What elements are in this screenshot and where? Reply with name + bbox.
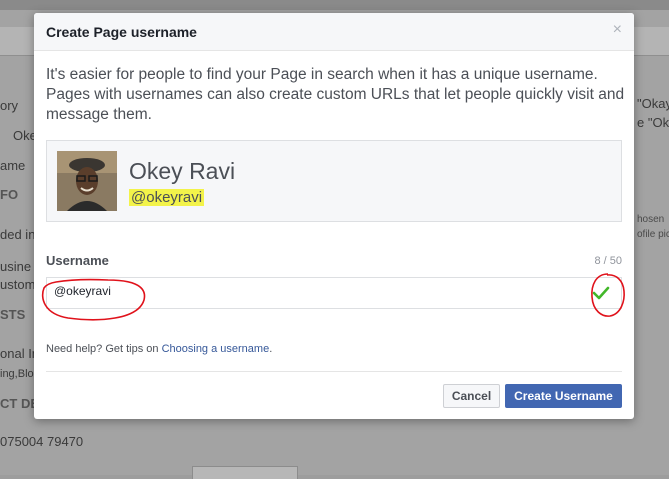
help-suffix: . <box>269 343 273 355</box>
page-avatar <box>57 151 117 211</box>
username-input[interactable] <box>54 284 574 298</box>
dialog-intro-text: It's easier for people to find your Page… <box>46 66 625 123</box>
create-username-button[interactable]: Create Username <box>505 384 622 408</box>
background-right-toolbar <box>634 27 669 56</box>
bg-text-ory: ory <box>0 98 19 113</box>
dialog-header: Create Page username × <box>34 13 634 51</box>
checkmark-icon <box>592 286 610 300</box>
choosing-username-link[interactable]: Choosing a username <box>162 343 270 355</box>
page-name: Okey Ravi <box>129 158 236 184</box>
footer-divider <box>46 371 622 372</box>
background-topbar <box>0 0 669 10</box>
bg-text-usine: usine <box>0 259 32 274</box>
bg-text-ofile-pic: ofile pic <box>637 229 669 240</box>
bg-text-sts: STS <box>0 307 26 322</box>
page-handle-highlighted: @okeyravi <box>129 189 205 206</box>
cancel-button[interactable]: Cancel <box>443 384 500 408</box>
bg-text-okay: "Okay <box>637 96 669 111</box>
bg-text-ame: ame <box>0 158 26 173</box>
character-counter: 8 / 50 <box>594 255 622 267</box>
page-preview-card: Okey Ravi @okeyravi <box>46 140 622 222</box>
dialog-title: Create Page username <box>46 24 197 40</box>
create-username-dialog: Create Page username × It's easier for p… <box>34 13 634 419</box>
bg-text-ded-in: ded in <box>0 227 36 242</box>
bg-text-phone: 075004 79470 <box>0 434 84 449</box>
bg-text-oke-quote: e "Oke <box>637 115 669 130</box>
close-icon[interactable]: × <box>613 22 622 38</box>
bg-text-fo: FO <box>0 187 19 202</box>
bg-text-ustom: ustom <box>0 277 36 292</box>
help-text: Need help? Get tips on Choosing a userna… <box>46 343 272 355</box>
username-field-wrapper <box>46 277 622 309</box>
help-prefix: Need help? Get tips on <box>46 343 162 355</box>
bg-text-hosen: hosen <box>637 214 665 225</box>
bg-text-ing-blo: ing,Blo <box>0 368 34 380</box>
username-label: Username <box>46 253 109 268</box>
background-button <box>192 466 298 479</box>
